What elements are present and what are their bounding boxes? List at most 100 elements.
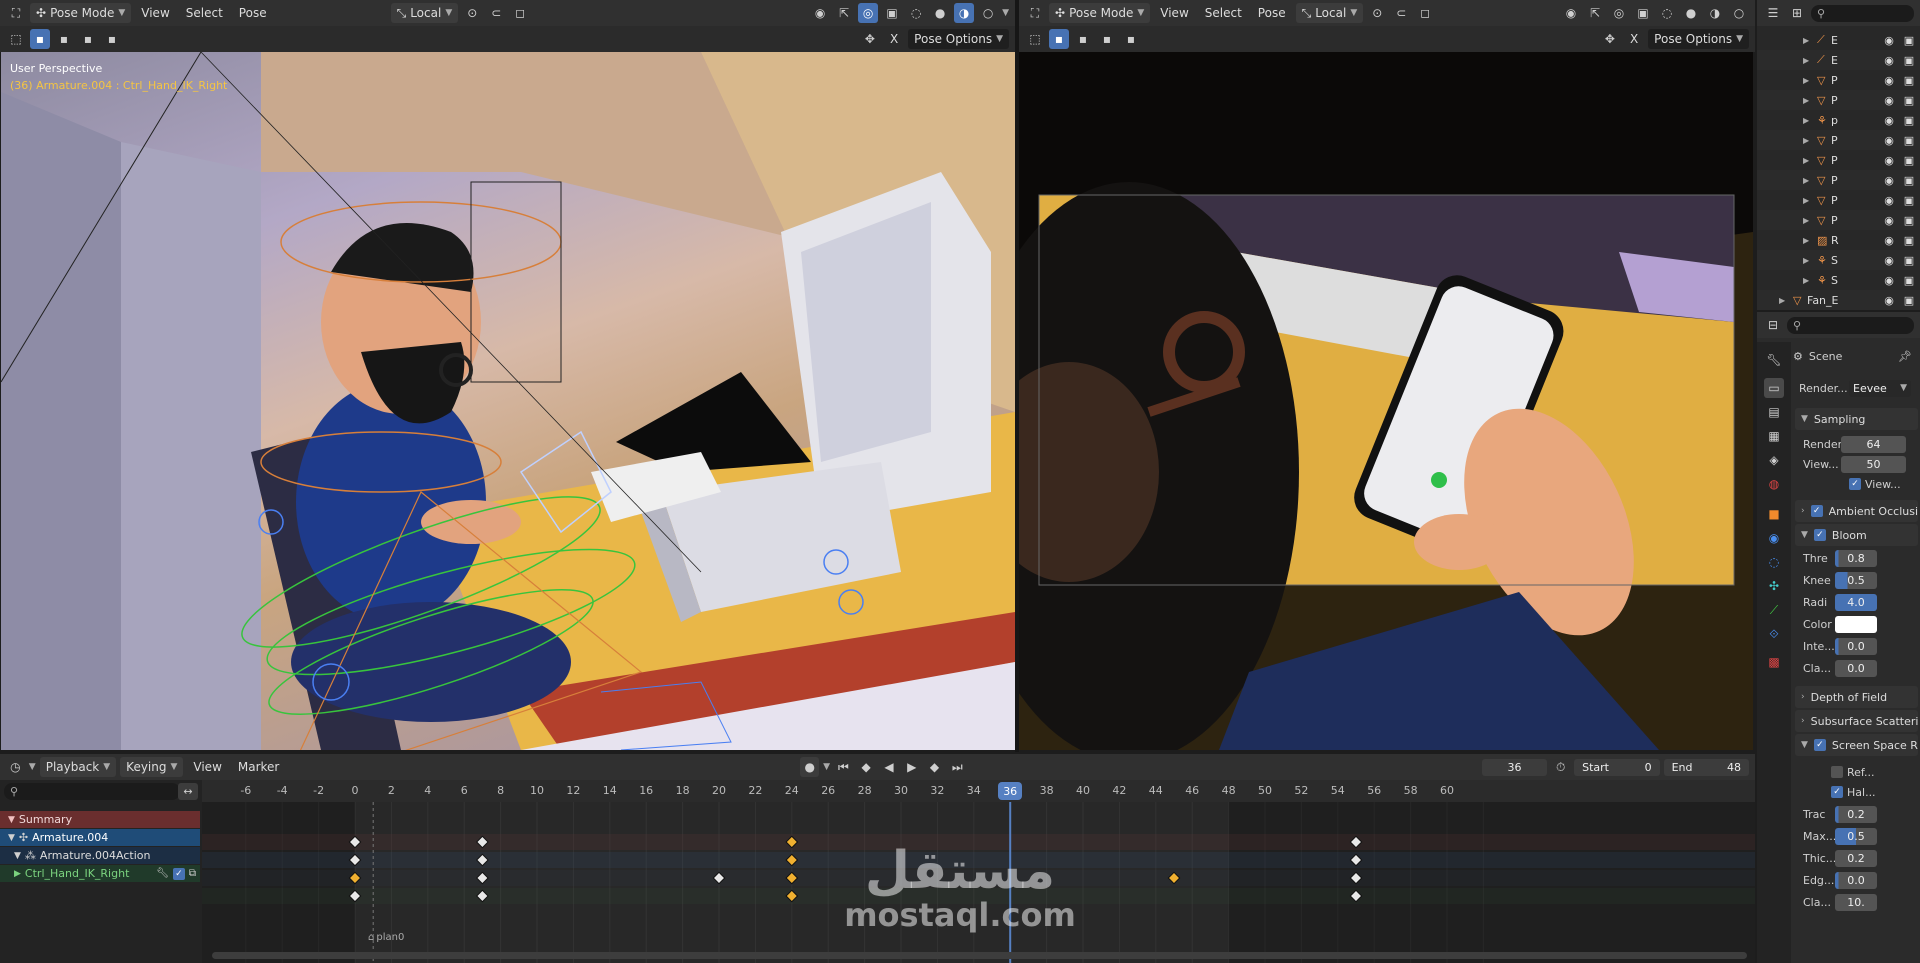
right-camera-viewport[interactable] [1019,52,1753,750]
shading-options-icon[interactable]: ▼ [1002,8,1009,18]
camera-icon[interactable]: ▣ [1898,274,1920,287]
select-invert-icon[interactable]: ▪ [1121,29,1141,49]
render-tab-icon[interactable]: ▭ [1764,378,1784,398]
viewport-denoise-row[interactable]: ✓ View... [1797,474,1920,494]
ssr-refraction-row[interactable]: Ref... [1797,762,1920,782]
play-reverse-icon[interactable]: ◀ [880,757,899,777]
select-invert-icon[interactable]: ▪ [102,29,122,49]
world-tab-icon[interactable]: ◍ [1764,474,1784,494]
camera-icon[interactable]: ▣ [1898,54,1920,67]
timeline-scrollbar[interactable] [212,952,1747,959]
timeline-marker-menu[interactable]: Marker [232,757,285,777]
eye-icon[interactable]: ◉ [1880,54,1898,67]
frame-end-field[interactable]: End 48 [1663,758,1750,776]
ssr-trace-field[interactable]: 0.2 [1835,805,1877,823]
expand-icon[interactable]: ▼ [8,815,15,825]
eye-icon[interactable]: ◉ [1880,194,1898,207]
depth-of-field-panel-header[interactable]: › Depth of Field [1795,686,1918,708]
expand-icon[interactable]: ▶ [1779,296,1793,305]
transform-affect-icon[interactable]: ✥ [860,29,880,49]
modifier-tab-icon[interactable]: ◉ [1764,528,1784,548]
pin-icon[interactable]: 📌︎ [1898,350,1920,363]
eye-icon[interactable]: ◉ [1880,154,1898,167]
physics-tab-icon[interactable]: ✣ [1764,576,1784,596]
bloom-radius-field[interactable]: 4.0 [1835,593,1877,611]
visibility-icon[interactable]: ◉ [1561,3,1581,23]
camera-icon[interactable]: ▣ [1898,214,1920,227]
camera-icon[interactable]: ▣ [1898,74,1920,87]
channel-search[interactable]: ⚲ [4,783,180,800]
expand-icon[interactable]: ▶ [1803,176,1817,185]
expand-icon[interactable]: ▶ [1803,196,1817,205]
overlay-icon[interactable]: ◎ [1609,3,1629,23]
transform-affect-icon[interactable]: ✥ [1600,29,1620,49]
eye-icon[interactable]: ◉ [1880,34,1898,47]
solid-shading-icon[interactable]: ● [930,3,950,23]
bloom-knee-field[interactable]: 0.5 [1835,571,1877,589]
proportional-icon[interactable]: ◻ [510,3,530,23]
channel-bone-group[interactable]: ▶ Ctrl_Hand_IK_Right 🔧︎ ✓ ⧉ [0,865,200,882]
tool-tab-icon[interactable]: 🔧︎ [1764,350,1784,370]
channel-action[interactable]: ▼ ⁂ Armature.004Action [0,847,200,864]
editor-type-icon[interactable]: ⛶ [1025,3,1045,23]
expand-icon[interactable]: ▶ [1803,236,1817,245]
play-icon[interactable]: ▶ [902,757,921,777]
editor-type-icon[interactable]: ⛶ [6,3,26,23]
jump-next-keyframe-icon[interactable]: ◆ [925,757,944,777]
eye-icon[interactable]: ◉ [1880,294,1898,307]
playback-menu[interactable]: Playback ▼ [39,757,117,777]
display-mode-icon[interactable]: ⊞ [1787,3,1807,23]
bloom-clamp-field[interactable]: 0.0 [1835,659,1877,677]
area-divider-vertical[interactable] [1015,0,1019,752]
eye-icon[interactable]: ◉ [1880,254,1898,267]
snap-icon[interactable]: ⊂ [1391,3,1411,23]
viewport-denoise-checkbox[interactable]: ✓ [1849,478,1861,490]
camera-icon[interactable]: ▣ [1898,154,1920,167]
rendered-shading-icon[interactable]: ○ [978,3,998,23]
bone-tab-icon[interactable]: ⟋ [1764,600,1784,620]
overlay-icon[interactable]: ◎ [858,3,879,23]
frame-start-field[interactable]: Start 0 [1574,758,1660,776]
select-new-icon[interactable]: ▪ [30,29,50,49]
eye-icon[interactable]: ◉ [1880,74,1898,87]
expand-icon[interactable]: ▼ [8,833,15,843]
view-layer-tab-icon[interactable]: ▦ [1764,426,1784,446]
wireframe-shading-icon[interactable]: ◌ [1657,3,1677,23]
pose-options-button[interactable]: Pose Options ▼ [1648,29,1749,49]
ssr-half-checkbox[interactable]: ✓ [1831,786,1843,798]
camera-icon[interactable]: ▣ [1898,234,1920,247]
pose-options-button[interactable]: Pose Options ▼ [908,29,1009,49]
outliner-row[interactable]: ▶ ⚘ S ◉ ▣ [1757,270,1920,290]
wrench-icon[interactable]: 🔧︎ [156,868,169,879]
outliner-search[interactable]: ⚲ [1811,4,1914,22]
ssr-max-field[interactable]: 0.5 [1835,827,1877,845]
playhead-frame-indicator[interactable]: 36 [998,782,1023,800]
select-subtract-icon[interactable]: ▪ [1097,29,1117,49]
menu-view[interactable]: View [1154,3,1194,23]
material-shading-icon[interactable]: ◑ [954,3,975,23]
frame-ruler[interactable]: -6-4-20246810121416182022242628303234363… [202,780,1755,802]
bloom-intensity-field[interactable]: 0.0 [1835,637,1877,655]
camera-icon[interactable]: ▣ [1898,94,1920,107]
outliner-row[interactable]: ▶ ▽ P ◉ ▣ [1757,210,1920,230]
expand-icon[interactable]: ▶ [1803,216,1817,225]
outliner-row[interactable]: ▶ ▽ P ◉ ▣ [1757,90,1920,110]
camera-icon[interactable]: ▣ [1898,114,1920,127]
jump-prev-keyframe-icon[interactable]: ◆ [857,757,876,777]
output-tab-icon[interactable]: ▤ [1764,402,1784,422]
outliner-row[interactable]: ▶ ▨ R ◉ ▣ [1757,230,1920,250]
editor-type-icon[interactable]: ⊟ [1763,315,1783,335]
texture-tab-icon[interactable]: ▩ [1764,652,1784,672]
menu-select[interactable]: Select [1199,3,1248,23]
editor-type-icon[interactable]: ◷ [6,757,25,777]
expand-icon[interactable]: ▶ [14,869,21,879]
ssr-half-row[interactable]: ✓ Hal... [1797,782,1920,802]
eye-icon[interactable]: ◉ [1880,274,1898,287]
eye-icon[interactable]: ◉ [1880,134,1898,147]
eye-icon[interactable]: ◉ [1880,174,1898,187]
ssr-panel-header[interactable]: ▼ ✓ Screen Space R [1795,734,1918,756]
swap-icon[interactable]: ↔ [178,783,198,800]
bloom-panel-header[interactable]: ▼ ✓ Bloom [1795,524,1918,546]
xray-icon[interactable]: ▣ [1633,3,1653,23]
rendered-shading-icon[interactable]: ○ [1729,3,1749,23]
